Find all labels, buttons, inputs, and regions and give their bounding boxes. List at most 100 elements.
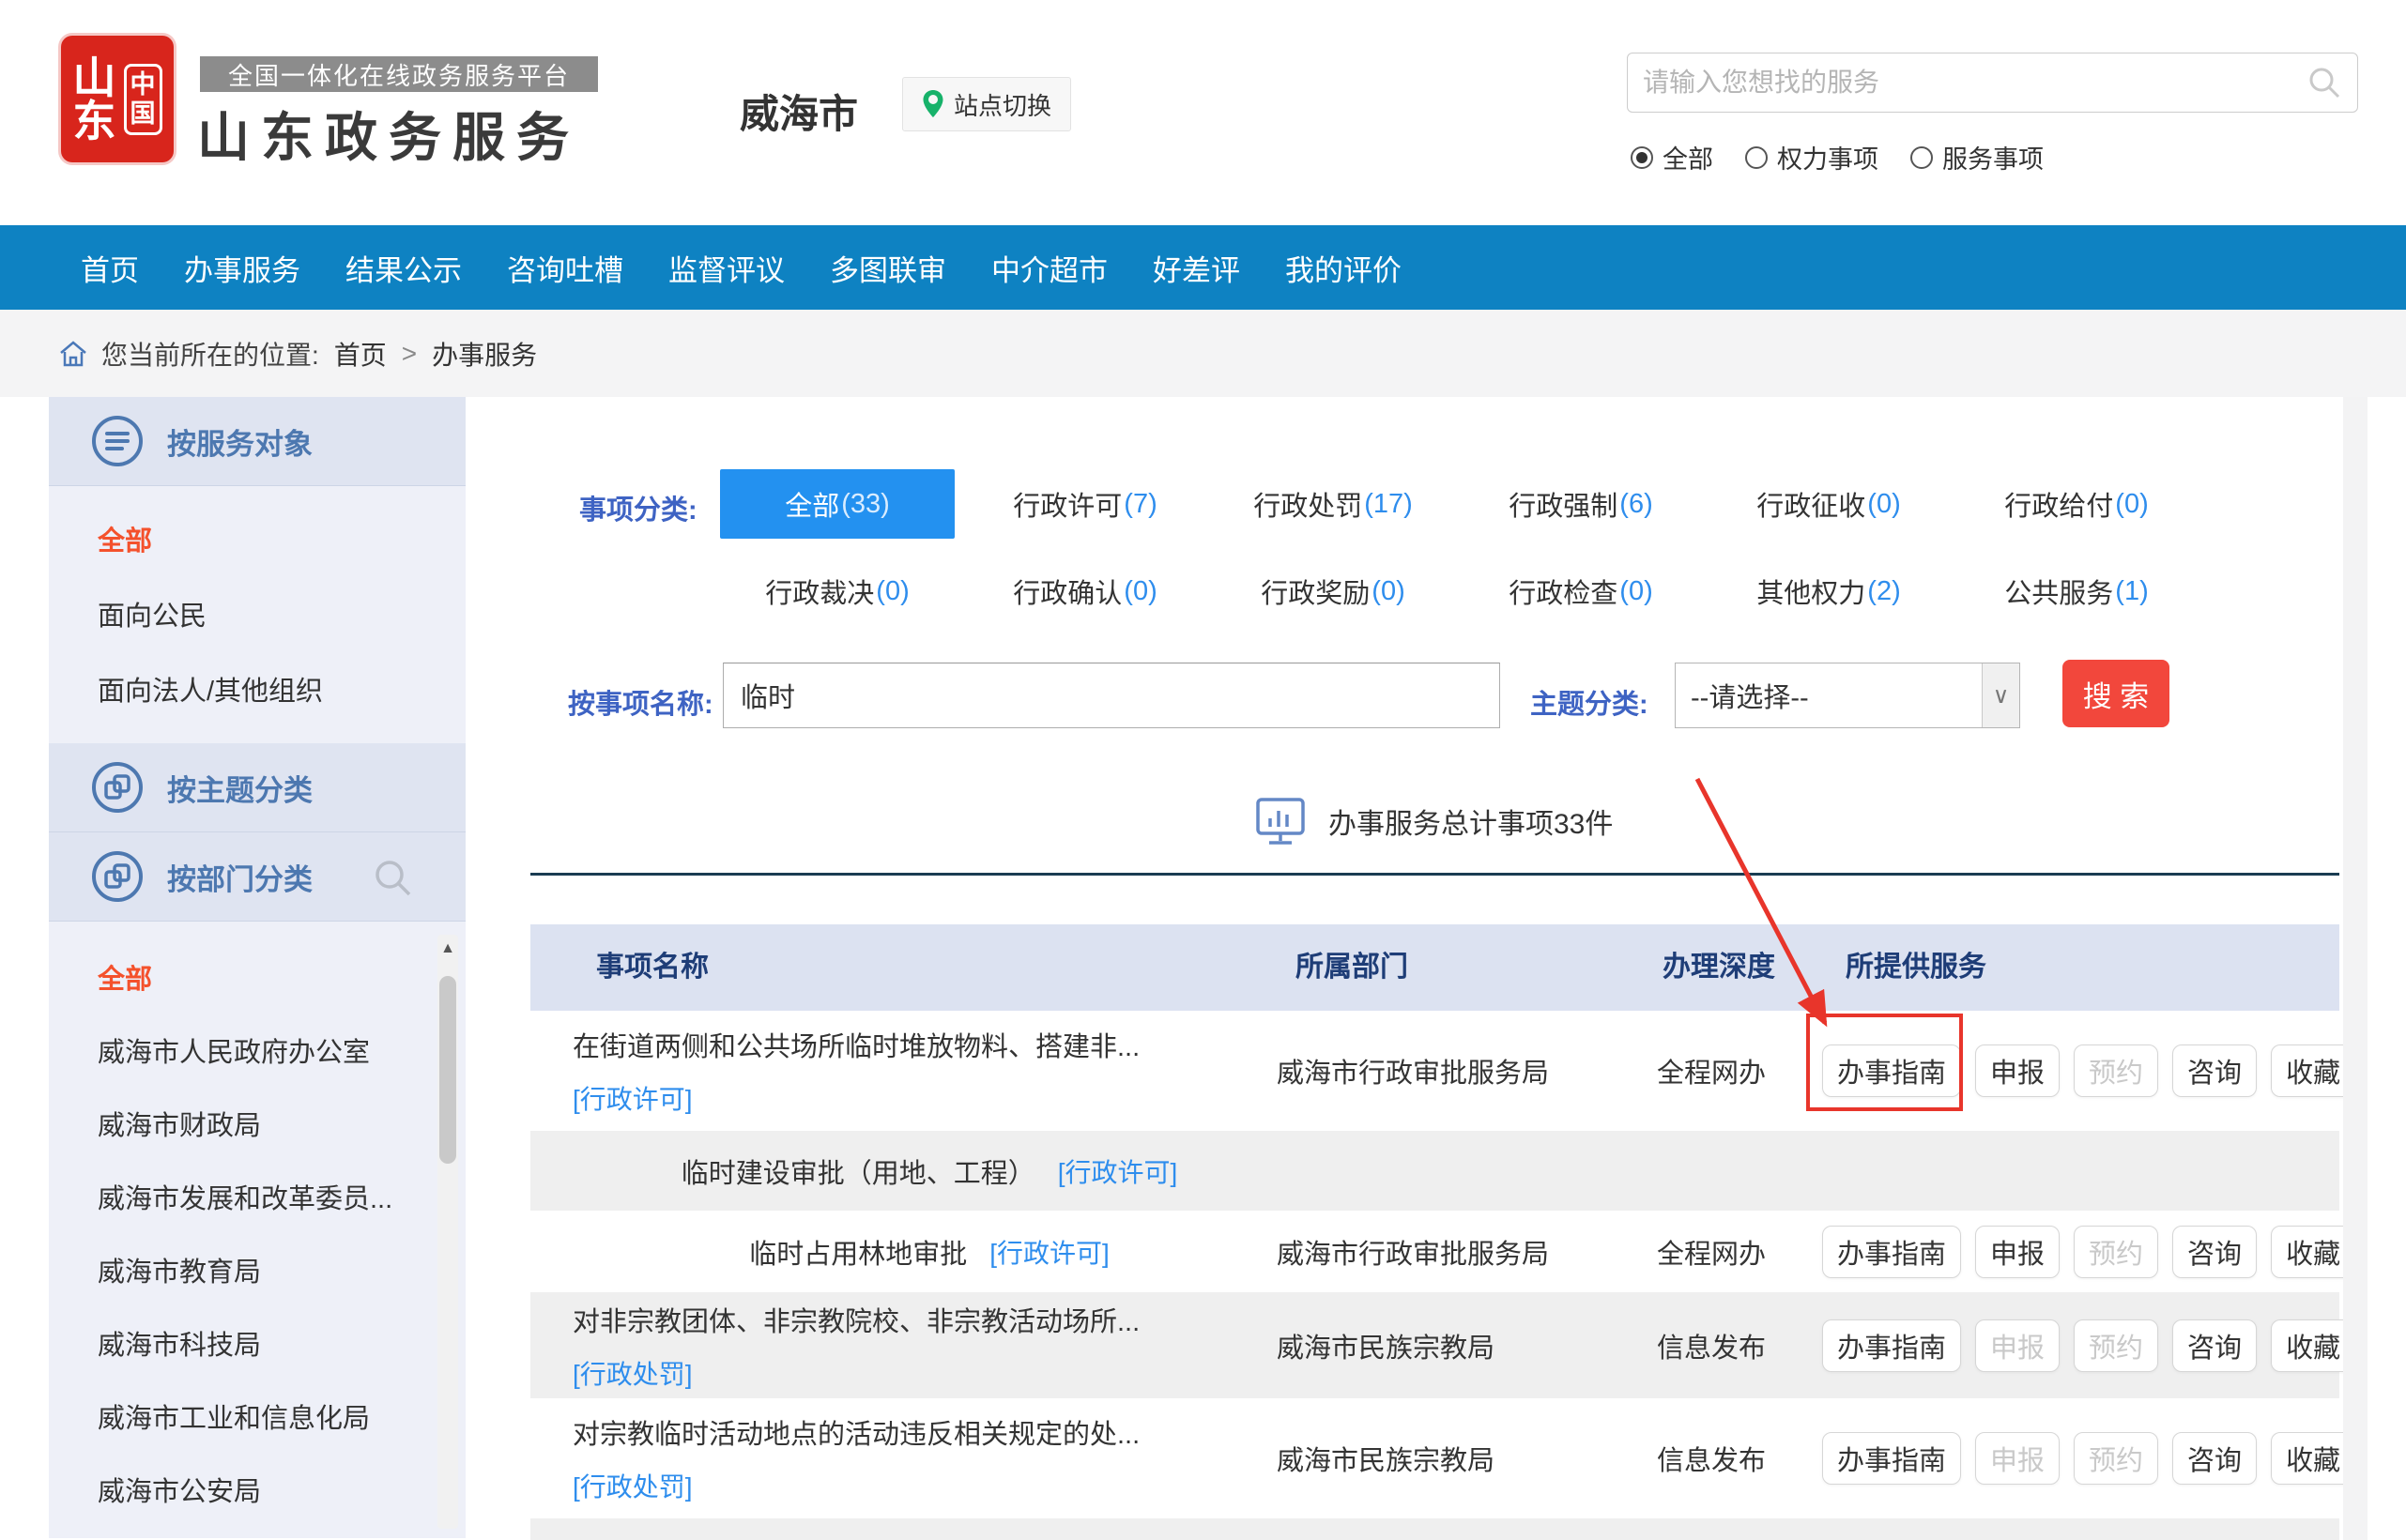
column-header-depth: 办理深度 <box>1663 924 1775 1011</box>
page: 山东 中国 全国一体化在线政务服务平台 山东政务服务 威海市 站点切换 全部权力… <box>0 0 2406 1540</box>
current-city: 威海市 <box>740 83 858 140</box>
sidebar-item-全部[interactable]: 全部 <box>49 501 466 576</box>
search-submit-button[interactable]: 搜 索 <box>2062 660 2169 727</box>
scrollbar-thumb[interactable] <box>439 976 456 1164</box>
nav-item-监督评议[interactable]: 监督评议 <box>646 247 807 289</box>
nav-item-多图联审[interactable]: 多图联审 <box>807 247 969 289</box>
item-category-tag[interactable]: [行政处罚] <box>573 1354 693 1392</box>
table-row: 在街道两侧和公共场所临时堆放物料、搭建非... [行政许可] 威海市行政审批服务局全… <box>530 1011 2339 1131</box>
header-search-input[interactable] <box>1643 68 2306 98</box>
search-scope-权力事项[interactable]: 权力事项 <box>1745 139 1878 175</box>
category-count: (33) <box>841 489 890 520</box>
department-item-全部[interactable]: 全部 <box>49 940 466 1014</box>
category-行政征收[interactable]: 行政征收(0) <box>1705 469 1953 539</box>
item-name-link[interactable]: 对非宗教团体、非宗教院校、非宗教活动场所... <box>573 1300 1286 1339</box>
category-label: 行政处罚 <box>1253 484 1362 524</box>
service-button-预约: 预约 <box>2074 1226 2158 1278</box>
sidebar-section-department[interactable]: 按部门分类 <box>49 832 466 922</box>
item-department: 威海市行政审批服务局 <box>1277 1011 1549 1131</box>
category-行政许可[interactable]: 行政许可(7) <box>961 469 1209 539</box>
search-icon[interactable] <box>2306 65 2342 100</box>
department-item-威海市教育局[interactable]: 威海市教育局 <box>49 1233 466 1306</box>
item-category-tag[interactable]: [行政许可] <box>1058 1152 1178 1190</box>
item-name-cell: 对宗教临时活动地点的活动违反相关规定的处... [行政处罚] <box>573 1398 1286 1518</box>
item-department: 威海市行政审批服务局 <box>1277 1211 1549 1292</box>
service-button-预约: 预约 <box>2074 1432 2158 1485</box>
topic-filter-label: 主题分类: <box>1530 682 1648 722</box>
category-count: (0) <box>1372 576 1404 607</box>
nav-item-咨询吐槽[interactable]: 咨询吐槽 <box>484 247 646 289</box>
breadcrumb-prefix: 您当前所在的位置: <box>101 335 319 373</box>
category-全部[interactable]: 全部(33) <box>720 469 955 539</box>
item-category-tag[interactable]: [行政处罚] <box>573 1467 693 1504</box>
department-item-威海市公安局[interactable]: 威海市公安局 <box>49 1453 466 1526</box>
department-item-威海市发展和改革委员...[interactable]: 威海市发展和改革委员... <box>49 1160 466 1233</box>
service-button-办事指南[interactable]: 办事指南 <box>1822 1226 1961 1278</box>
search-scope-服务事项[interactable]: 服务事项 <box>1910 139 2044 175</box>
item-name-link[interactable]: 临时建设审批（用地、工程） <box>682 1151 1035 1191</box>
scroll-up-icon[interactable]: ▲ <box>437 935 458 963</box>
service-button-咨询[interactable]: 咨询 <box>2172 1319 2257 1372</box>
category-行政检查[interactable]: 行政检查(0) <box>1457 557 1705 626</box>
category-行政强制[interactable]: 行政强制(6) <box>1457 469 1705 539</box>
item-name-link[interactable]: 在街道两侧和公共场所临时堆放物料、搭建非... <box>573 1025 1286 1064</box>
breadcrumb-home-link[interactable]: 首页 <box>334 335 387 373</box>
nav-item-结果公示[interactable]: 结果公示 <box>323 247 484 289</box>
search-scope-全部[interactable]: 全部 <box>1631 139 1713 175</box>
department-item-威海市人民政府办公室[interactable]: 威海市人民政府办公室 <box>49 1014 466 1087</box>
column-header-name: 事项名称 <box>596 924 709 1011</box>
department-scrollbar[interactable]: ▲ <box>437 935 458 1529</box>
category-行政处罚[interactable]: 行政处罚(17) <box>1209 469 1457 539</box>
nav-item-首页[interactable]: 首页 <box>58 247 161 289</box>
item-name-input[interactable] <box>723 663 1500 728</box>
category-count: (0) <box>1867 489 1900 520</box>
item-name-cell: 临时建设审批（用地、工程） [行政许可] <box>573 1131 1286 1211</box>
sidebar-item-面向公民[interactable]: 面向公民 <box>49 576 466 651</box>
category-label: 行政征收 <box>1756 484 1865 524</box>
monitor-chart-icon <box>1253 794 1308 848</box>
item-depth: 信息发布 <box>1657 1398 1766 1518</box>
category-行政奖励[interactable]: 行政奖励(0) <box>1209 557 1457 626</box>
sidebar-item-面向法人/其他组织[interactable]: 面向法人/其他组织 <box>49 651 466 726</box>
service-button-办事指南[interactable]: 办事指南 <box>1822 1319 1961 1372</box>
nav-item-办事服务[interactable]: 办事服务 <box>161 247 323 289</box>
sidebar-section-service-target[interactable]: 按服务对象 <box>49 397 466 486</box>
category-count: (0) <box>2115 489 2148 520</box>
breadcrumb-current[interactable]: 办事服务 <box>432 335 537 373</box>
item-category-tag[interactable]: [行政许可] <box>573 1079 693 1117</box>
department-item-威海市财政局[interactable]: 威海市财政局 <box>49 1087 466 1160</box>
service-button-办事指南[interactable]: 办事指南 <box>1822 1432 1961 1485</box>
department-item-威海市科技局[interactable]: 威海市科技局 <box>49 1306 466 1380</box>
category-公共服务[interactable]: 公共服务(1) <box>1953 557 2200 626</box>
item-service-buttons: 办事指南申报预约咨询收藏 <box>1822 1292 2355 1398</box>
nav-item-中介超市[interactable]: 中介超市 <box>969 247 1130 289</box>
category-其他权力[interactable]: 其他权力(2) <box>1705 557 1953 626</box>
service-button-申报[interactable]: 申报 <box>1975 1226 2060 1278</box>
site-switch-button[interactable]: 站点切换 <box>902 77 1071 131</box>
service-button-申报[interactable]: 申报 <box>1975 1044 2060 1097</box>
item-name-link[interactable]: 临时占用林地审批 <box>749 1232 967 1272</box>
sidebar-section-topic[interactable]: 按主题分类 <box>49 743 466 832</box>
category-行政给付[interactable]: 行政给付(0) <box>1953 469 2200 539</box>
service-button-办事指南[interactable]: 办事指南 <box>1822 1044 1961 1097</box>
service-button-申报: 申报 <box>1975 1432 2060 1485</box>
page-scrollbar[interactable] <box>2343 397 2368 1540</box>
service-button-咨询[interactable]: 咨询 <box>2172 1226 2257 1278</box>
radio-label: 全部 <box>1663 139 1713 175</box>
service-button-咨询[interactable]: 咨询 <box>2172 1044 2257 1097</box>
breadcrumb-separator: > <box>402 339 417 369</box>
category-行政确认[interactable]: 行政确认(0) <box>961 557 1209 626</box>
service-button-咨询[interactable]: 咨询 <box>2172 1432 2257 1485</box>
department-item-威海市工业和信息化局[interactable]: 威海市工业和信息化局 <box>49 1380 466 1453</box>
topic-select[interactable]: --请选择-- ∨ <box>1675 663 2020 728</box>
department-search-icon[interactable] <box>372 857 413 903</box>
category-count: (1) <box>2115 576 2148 607</box>
nav-item-我的评价[interactable]: 我的评价 <box>1263 247 1424 289</box>
item-category-tag[interactable]: [行政许可] <box>989 1233 1110 1271</box>
category-行政裁决[interactable]: 行政裁决(0) <box>713 557 961 626</box>
item-depth: 全程网办 <box>1657 1011 1766 1131</box>
breadcrumb: 您当前所在的位置: 首页 > 办事服务 <box>0 310 2406 397</box>
category-count: (0) <box>876 576 909 607</box>
item-name-link[interactable]: 对宗教临时活动地点的活动违反相关规定的处... <box>573 1412 1286 1452</box>
nav-item-好差评[interactable]: 好差评 <box>1130 247 1263 289</box>
